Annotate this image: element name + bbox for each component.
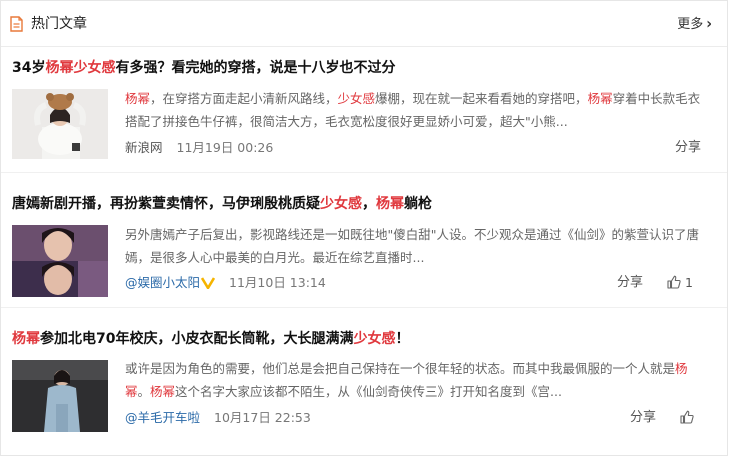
highlight-keyword: 杨幂 bbox=[376, 196, 404, 212]
text-segment: ，在穿搭方面走起小清新风路线， bbox=[150, 91, 338, 106]
highlight-keyword: 杨幂 bbox=[125, 91, 151, 106]
like-button[interactable]: 1 bbox=[667, 274, 693, 292]
article-meta: @羊毛开车啦 10月17日 22:53 bbox=[125, 409, 311, 427]
article-title[interactable]: 杨幂参加北电70年校庆，小皮衣配长筒靴，大长腿满满少女感！ bbox=[12, 330, 409, 348]
article-meta: @娱圈小太阳 11月10日 13:14 bbox=[125, 274, 326, 292]
text-segment: 躺枪 bbox=[404, 196, 432, 212]
highlight-keyword: 杨幂 bbox=[45, 60, 74, 76]
text-segment: 34岁 bbox=[12, 60, 46, 76]
text-segment: 另外唐嫣产子后复出，影视路线还是一如既往地"傻白甜"人设。不少观众是通过《仙剑》… bbox=[125, 227, 700, 265]
panel-header: 热门文章 更多 › bbox=[1, 1, 727, 47]
hot-articles-panel: 热门文章 更多 › 34岁杨幂少女感有多强？看完她的穿搭，说是十八岁也不过分 杨幂… bbox=[0, 0, 728, 456]
document-icon bbox=[10, 16, 23, 32]
highlight-keyword: 少女感 bbox=[337, 91, 376, 106]
highlight-keyword: 杨幂 bbox=[150, 384, 176, 399]
panel-title: 热门文章 bbox=[31, 16, 87, 32]
article-time: 11月10日 13:14 bbox=[229, 275, 326, 290]
highlight-keyword: 杨幂 bbox=[12, 331, 40, 347]
verified-badge-icon bbox=[201, 277, 216, 289]
article-time: 11月19日 00:26 bbox=[176, 140, 274, 155]
article-summary: 杨幂，在穿搭方面走起小清新风路线，少女感爆棚，现在就一起来看看她的穿搭吧，杨幂穿… bbox=[125, 87, 711, 133]
text-segment: 。 bbox=[137, 384, 151, 399]
text-segment: 这个名字大家应该都不陌生，从《仙剑奇侠传三》打开知名度到《宫... bbox=[175, 384, 562, 399]
text-segment: 参加北电70年校庆，小皮衣配长筒靴，大长腿满满 bbox=[40, 331, 354, 347]
article-source[interactable]: @羊毛开车啦 bbox=[125, 410, 200, 425]
thumbs-up-icon bbox=[667, 275, 681, 289]
chevron-right-icon: › bbox=[706, 15, 712, 33]
share-button[interactable]: 分享 bbox=[617, 274, 643, 292]
article-time: 10月17日 22:53 bbox=[214, 410, 311, 425]
highlight-keyword: 少女感 bbox=[320, 196, 362, 212]
article-thumbnail[interactable] bbox=[12, 89, 108, 159]
text-segment: 或许是因为角色的需要，他们总是会把自己保持在一个很年轻的状态。而其中我最佩服的一… bbox=[125, 361, 676, 376]
highlight-keyword: 少女感 bbox=[353, 331, 396, 347]
text-segment: 有多强？看完她的穿搭，说是十八岁也不过分 bbox=[115, 60, 396, 76]
text-segment: ！ bbox=[395, 331, 410, 347]
article-meta: 新浪网 11月19日 00:26 bbox=[125, 139, 273, 157]
article-thumbnail[interactable] bbox=[12, 360, 108, 432]
article-summary: 或许是因为角色的需要，他们总是会把自己保持在一个很年轻的状态。而其中我最佩服的一… bbox=[125, 357, 711, 403]
like-count: 1 bbox=[685, 275, 693, 290]
more-link[interactable]: 更多 › bbox=[677, 15, 712, 34]
thumbnail-image bbox=[12, 225, 108, 297]
article-title[interactable]: 34岁杨幂少女感有多强？看完她的穿搭，说是十八岁也不过分 bbox=[12, 59, 395, 77]
text-segment: 爆棚，现在就一起来看看她的穿搭吧， bbox=[375, 91, 588, 106]
thumbnail-image bbox=[12, 89, 108, 159]
thumbs-up-icon bbox=[680, 410, 694, 424]
article-thumbnail[interactable] bbox=[12, 225, 108, 297]
article-source: 新浪网 bbox=[125, 140, 163, 155]
share-button[interactable]: 分享 bbox=[630, 409, 656, 427]
article-item: 唐嫣新剧开播，再扮紫萱卖情怀，马伊琍殷桃质疑少女感，杨幂躺枪 另外唐嫣产子后复出… bbox=[1, 173, 727, 308]
article-item: 杨幂参加北电70年校庆，小皮衣配长筒靴，大长腿满满少女感！ 或许是因为角色的需要… bbox=[1, 308, 727, 457]
article-title[interactable]: 唐嫣新剧开播，再扮紫萱卖情怀，马伊琍殷桃质疑少女感，杨幂躺枪 bbox=[12, 195, 432, 213]
highlight-keyword: 杨幂 bbox=[587, 91, 613, 106]
more-label: 更多 bbox=[677, 17, 704, 32]
share-button[interactable]: 分享 bbox=[675, 139, 701, 157]
text-segment: 唐嫣新剧开播，再扮紫萱卖情怀，马伊琍殷桃质疑 bbox=[12, 196, 320, 212]
highlight-keyword: 少女感 bbox=[73, 60, 116, 76]
article-summary: 另外唐嫣产子后复出，影视路线还是一如既往地"傻白甜"人设。不少观众是通过《仙剑》… bbox=[125, 223, 711, 269]
text-segment: ， bbox=[362, 196, 376, 212]
thumbnail-image bbox=[12, 360, 108, 432]
article-item: 34岁杨幂少女感有多强？看完她的穿搭，说是十八岁也不过分 杨幂，在穿搭方面走起小… bbox=[1, 47, 727, 173]
like-button[interactable] bbox=[680, 409, 694, 427]
article-source[interactable]: @娱圈小太阳 bbox=[125, 275, 200, 290]
